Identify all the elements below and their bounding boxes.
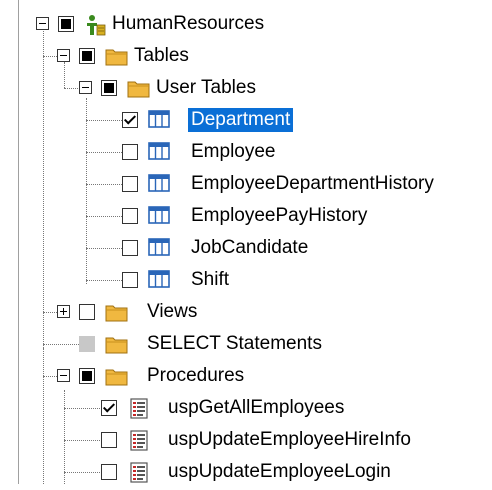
- table-icon: [148, 270, 170, 294]
- tree-node-label: SELECT Statements: [147, 333, 322, 354]
- checkbox[interactable]: [122, 240, 138, 256]
- checkbox[interactable]: [122, 112, 138, 128]
- tree-node-label: EmployeePayHistory: [191, 205, 368, 226]
- tree-node-table[interactable]: JobCandidate: [0, 234, 360, 262]
- tree-node-procedure[interactable]: uspGetAllEmployees: [0, 394, 390, 422]
- procedure-icon: [130, 462, 150, 490]
- checkbox[interactable]: [79, 48, 95, 64]
- tree-node-label: JobCandidate: [191, 237, 309, 258]
- tree-node-label: User Tables: [156, 77, 256, 98]
- checkbox[interactable]: [79, 336, 95, 352]
- tree-node-procedures[interactable]: Procedures: [0, 362, 300, 390]
- folder-icon: [105, 334, 129, 360]
- collapse-button[interactable]: [57, 49, 70, 62]
- folder-icon: [105, 302, 129, 328]
- checkbox[interactable]: [122, 208, 138, 224]
- tree-node-label: Shift: [191, 269, 230, 290]
- checkbox[interactable]: [122, 272, 138, 288]
- folder-icon: [127, 78, 151, 104]
- checkbox[interactable]: [122, 144, 138, 160]
- procedure-icon: [130, 398, 150, 426]
- tree-node-table[interactable]: Department: [0, 106, 330, 134]
- checkbox[interactable]: [101, 80, 117, 96]
- checkbox[interactable]: [101, 400, 117, 416]
- tree-node-label: Views: [147, 301, 198, 322]
- table-icon: [148, 206, 170, 230]
- tree-node-label: Tables: [134, 45, 189, 66]
- tree-node-table[interactable]: Shift: [0, 266, 300, 294]
- tree-node-humanresources[interactable]: HumanResources: [0, 10, 320, 38]
- tree-node-label: Department: [188, 108, 294, 132]
- tree-node-label: uspGetAllEmployees: [168, 397, 345, 418]
- checkbox[interactable]: [79, 368, 95, 384]
- tree-node-label: HumanResources: [112, 13, 265, 34]
- folder-icon: [105, 46, 129, 72]
- collapse-button[interactable]: [79, 81, 92, 94]
- tree-node-label: Procedures: [147, 365, 245, 386]
- tree-node-select-statements[interactable]: SELECT Statements: [0, 330, 360, 358]
- schema-icon: [84, 14, 106, 42]
- expand-button[interactable]: [57, 305, 70, 318]
- tree-node-procedure[interactable]: uspUpdateEmployeeHireInfo: [0, 426, 490, 454]
- table-icon: [148, 110, 170, 134]
- tree-node-views[interactable]: Views: [0, 298, 260, 326]
- tree-node-table[interactable]: Employee: [0, 138, 330, 166]
- tree-node-label: EmployeeDepartmentHistory: [191, 173, 434, 194]
- checkbox[interactable]: [58, 16, 74, 32]
- table-icon: [148, 238, 170, 262]
- tree-node-label: uspUpdateEmployeeLogin: [168, 461, 391, 482]
- collapse-button[interactable]: [57, 369, 70, 382]
- table-icon: [148, 142, 170, 166]
- checkbox[interactable]: [79, 304, 95, 320]
- tree-node-tables[interactable]: Tables: [0, 42, 260, 70]
- tree-node-label: uspUpdateEmployeeHireInfo: [168, 429, 411, 450]
- procedure-icon: [130, 430, 150, 458]
- table-icon: [148, 174, 170, 198]
- tree-node-table[interactable]: EmployeeDepartmentHistory: [0, 170, 490, 198]
- tree-node-table[interactable]: EmployeePayHistory: [0, 202, 420, 230]
- checkbox[interactable]: [101, 432, 117, 448]
- tree-node-user-tables[interactable]: User Tables: [0, 74, 300, 102]
- checkbox[interactable]: [122, 176, 138, 192]
- checkbox[interactable]: [101, 464, 117, 480]
- tree-node-label: Employee: [191, 141, 276, 162]
- folder-icon: [105, 366, 129, 392]
- collapse-button[interactable]: [36, 17, 49, 30]
- tree-node-procedure[interactable]: uspUpdateEmployeeLogin: [0, 458, 460, 486]
